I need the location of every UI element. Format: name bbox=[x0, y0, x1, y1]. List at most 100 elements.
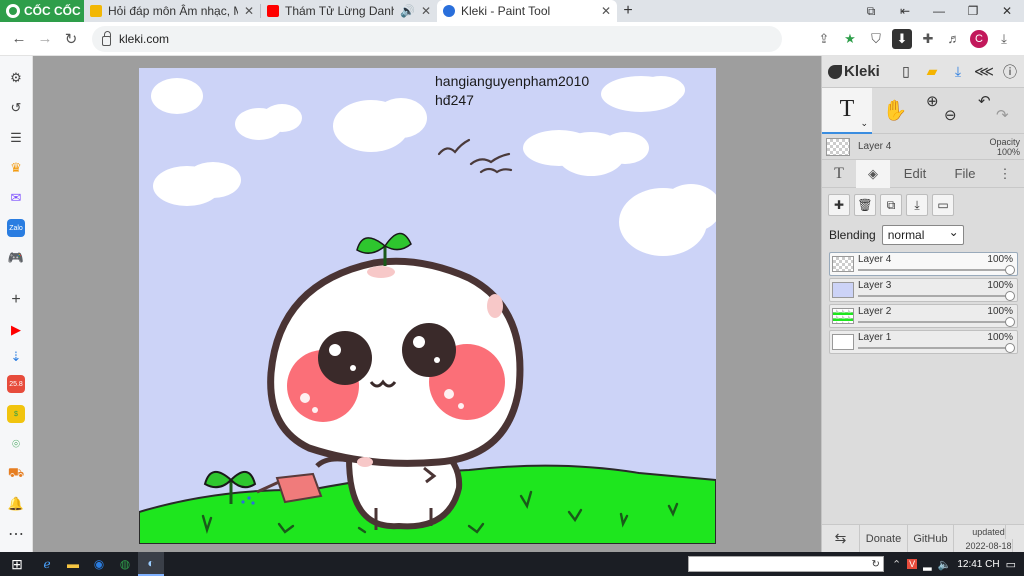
tab-file[interactable]: File bbox=[940, 160, 990, 188]
restore-icon[interactable]: ❐ bbox=[956, 0, 990, 22]
close-tab-icon[interactable]: ✕ bbox=[244, 4, 254, 18]
history-icon[interactable]: ↺ bbox=[7, 99, 25, 117]
reload-icon[interactable]: ↻ bbox=[58, 26, 84, 52]
minimize-icon[interactable]: — bbox=[922, 0, 956, 22]
vietkey-icon[interactable]: V bbox=[907, 559, 918, 569]
duplicate-layer-icon[interactable]: ⧉ bbox=[880, 194, 902, 216]
zoom-in-icon[interactable]: ⊕ bbox=[926, 92, 939, 110]
updated-info[interactable]: updated 2022-08-18 bbox=[954, 524, 1024, 553]
kleki-side-panel: Kleki ▯ ▰ ⤓ ⋘ ⓘ T ⌄ ✋ ⊕ ⊖ ↶ ↷ Layer 4 Opa… bbox=[821, 56, 1024, 553]
speaker-icon[interactable]: 🔈 bbox=[938, 558, 952, 571]
tab-1[interactable]: Hỏi đáp môn Âm nhạc, Mỹ thuật ✕ bbox=[84, 0, 260, 22]
opacity-slider-knob[interactable] bbox=[1005, 343, 1015, 353]
youtube-favicon-icon bbox=[267, 5, 279, 17]
tab-search-icon[interactable]: ⧉ bbox=[854, 0, 888, 22]
tab-tool-settings[interactable]: T bbox=[822, 160, 856, 188]
current-layer-preview[interactable]: Layer 4 Opacity 100% bbox=[822, 134, 1024, 160]
taskbar-search-input[interactable]: ↻ bbox=[687, 556, 884, 572]
opacity-slider-knob[interactable] bbox=[1005, 317, 1015, 327]
share-icon[interactable]: ⋘ bbox=[974, 62, 994, 82]
tab-edit[interactable]: Edit bbox=[890, 160, 940, 188]
add-plus-icon[interactable]: + bbox=[7, 291, 25, 309]
opacity-slider-knob[interactable] bbox=[1005, 291, 1015, 301]
shopping-cart-icon[interactable]: ⛟ bbox=[7, 465, 25, 483]
windows-start-icon[interactable]: ⊞ bbox=[0, 552, 34, 576]
back-arrow-icon[interactable]: ← bbox=[6, 26, 32, 52]
new-tab-plus-icon[interactable]: + bbox=[617, 0, 639, 22]
redo-icon[interactable]: ↷ bbox=[996, 106, 1009, 124]
bookmark-star-icon[interactable]: ★ bbox=[840, 29, 860, 49]
clock[interactable]: 12:41 CH bbox=[957, 559, 999, 570]
zoom-out-icon[interactable]: ⊖ bbox=[944, 106, 957, 124]
download-video-icon[interactable]: ⬇ bbox=[892, 28, 912, 49]
open-folder-icon[interactable]: ▰ bbox=[922, 62, 942, 82]
undo-icon[interactable]: ↶ bbox=[978, 92, 991, 110]
messenger-icon[interactable]: ✉ bbox=[7, 189, 25, 207]
forward-arrow-icon[interactable]: → bbox=[32, 26, 58, 52]
address-bar[interactable]: kleki.com bbox=[92, 25, 782, 52]
tab-3-active[interactable]: Kleki - Paint Tool ✕ bbox=[437, 0, 617, 22]
map-pin-icon[interactable]: ⌾ bbox=[7, 435, 25, 453]
tab-2[interactable]: Thám Tử Lừng Danh Conan 🔊 ✕ bbox=[261, 0, 437, 22]
merge-down-icon[interactable]: ⤓ bbox=[906, 194, 928, 216]
canvas-workspace[interactable]: hangianguyenpham2010 hđ247 bbox=[33, 56, 821, 552]
help-icon[interactable]: ⓘ bbox=[1000, 62, 1020, 82]
close-window-icon[interactable]: ✕ bbox=[990, 0, 1024, 22]
coccoc-brand-button[interactable]: CỐC CỐC bbox=[0, 0, 84, 22]
settings-gear-icon[interactable]: ⚙ bbox=[7, 69, 25, 87]
notification-center-icon[interactable]: ▭ bbox=[1006, 558, 1016, 571]
blending-select[interactable]: normal bbox=[881, 225, 964, 245]
save-download-icon[interactable]: ⤓ bbox=[948, 62, 968, 82]
zalo-taskbar-icon[interactable]: ◉ bbox=[86, 552, 112, 576]
hand-tool-icon[interactable]: ✋ bbox=[872, 88, 918, 134]
layer-item-3[interactable]: Layer 3 100% bbox=[829, 278, 1018, 302]
drawing-canvas[interactable]: hangianguyenpham2010 hđ247 bbox=[139, 68, 716, 544]
rename-layer-icon[interactable]: ▭ bbox=[932, 194, 954, 216]
windows-taskbar: ⊞ ℯ ▬ ◉ ◍ ◐ ↻ ⌃ V ▂ 🔈 12:41 CH ▭ bbox=[0, 552, 1024, 576]
reading-list-icon[interactable]: ☰ bbox=[7, 129, 25, 147]
layer-item-1[interactable]: Layer 1 100% bbox=[829, 330, 1018, 354]
extensions-puzzle-icon[interactable]: ✚ bbox=[918, 29, 938, 49]
swap-side-icon[interactable]: ⇆ bbox=[822, 524, 860, 553]
add-layer-icon[interactable]: ✚ bbox=[828, 194, 850, 216]
notification-bell-icon[interactable]: 🔔 bbox=[7, 495, 25, 513]
kleki-taskbar-icon[interactable]: ◐ bbox=[138, 552, 164, 576]
github-link[interactable]: GitHub bbox=[908, 524, 954, 553]
more-dots-icon[interactable]: ⋯ bbox=[7, 525, 25, 543]
shield-icon[interactable]: ⛉ bbox=[866, 29, 886, 49]
edge-icon[interactable]: ℯ bbox=[34, 552, 60, 576]
opacity-slider-knob[interactable] bbox=[1005, 265, 1015, 275]
layer-thumbnail bbox=[826, 137, 850, 156]
speaker-icon[interactable]: 🔊 bbox=[400, 4, 415, 18]
layer-item-4[interactable]: Layer 4 100% bbox=[829, 252, 1018, 276]
profile-avatar[interactable]: C bbox=[970, 29, 988, 48]
close-tab-icon[interactable]: ✕ bbox=[421, 4, 431, 18]
delete-layer-icon[interactable]: 🗑 bbox=[854, 194, 876, 216]
share-icon[interactable]: ⇪ bbox=[814, 29, 834, 49]
back-arrow-icon[interactable]: ⇤ bbox=[888, 0, 922, 22]
blending-label: Blending bbox=[829, 228, 876, 242]
close-tab-icon[interactable]: ✕ bbox=[601, 4, 611, 18]
canvas-text-line-1: hangianguyenpham2010 bbox=[435, 73, 590, 89]
text-tool-button[interactable]: T ⌄ bbox=[822, 87, 872, 134]
calendar-icon[interactable]: 25.8 bbox=[7, 375, 25, 393]
new-image-icon[interactable]: ▯ bbox=[896, 62, 916, 82]
promo-icon[interactable]: $ bbox=[7, 405, 25, 423]
current-layer-opacity: Opacity 100% bbox=[989, 136, 1020, 157]
chevron-up-icon[interactable]: ⌃ bbox=[892, 558, 901, 571]
zalo-icon[interactable]: Zalo bbox=[7, 219, 25, 237]
tab-layers[interactable]: ◈ bbox=[856, 159, 890, 188]
network-icon[interactable]: ▂ bbox=[923, 558, 931, 571]
download-icon[interactable]: ⇣ bbox=[7, 348, 25, 366]
media-control-icon[interactable]: ♬ bbox=[944, 29, 964, 49]
crown-icon[interactable]: ♛ bbox=[7, 159, 25, 177]
youtube-icon[interactable]: ▶ bbox=[7, 321, 25, 339]
donate-link[interactable]: Donate bbox=[860, 524, 908, 553]
coccoc-taskbar-icon[interactable]: ◍ bbox=[112, 552, 138, 576]
layer-item-2[interactable]: Layer 2 100% bbox=[829, 304, 1018, 328]
gamepad-icon[interactable]: 🎮 bbox=[7, 249, 25, 267]
kleki-logo[interactable]: Kleki bbox=[828, 63, 880, 80]
file-explorer-icon[interactable]: ▬ bbox=[60, 552, 86, 576]
downloads-icon[interactable]: ⤓ bbox=[994, 29, 1014, 49]
more-vertical-icon[interactable]: ⋮ bbox=[990, 160, 1020, 188]
